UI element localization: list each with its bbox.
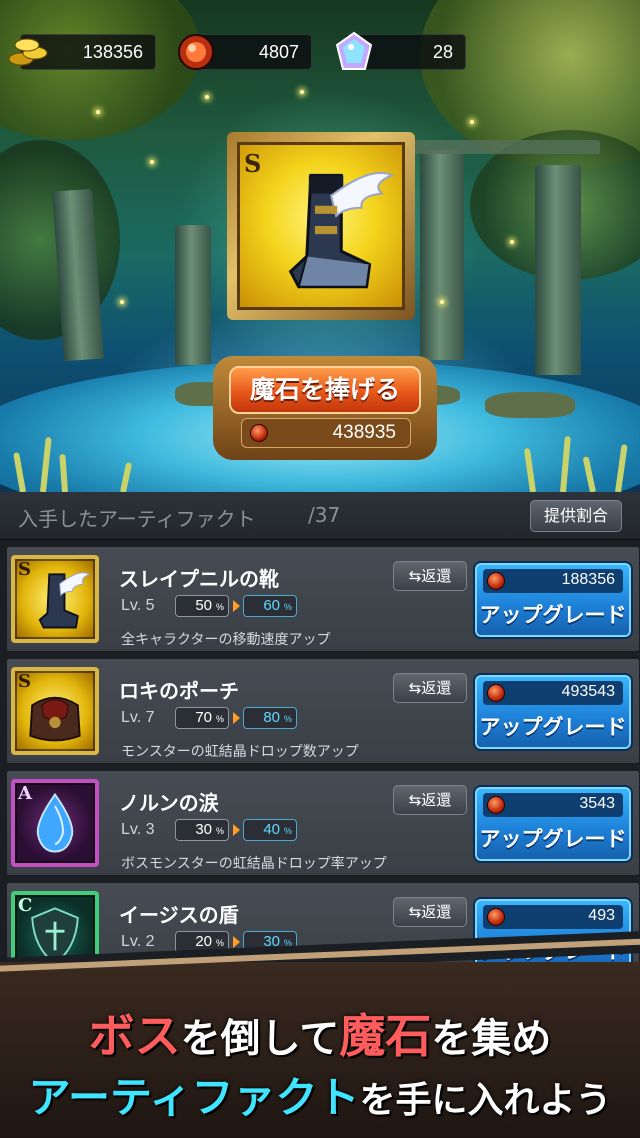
upgrade-cost: 3543 [483,793,623,817]
artifact-count: /37 [308,503,341,527]
magic-stone-icon [250,424,268,442]
artifact-name: ロキのポーチ [119,679,239,703]
artifact-row: S ロキのポーチ Lv. 7 70% 80% モンスターの虹結晶ドロップ数アップ… [6,658,640,764]
rainbow-crystal-icon [335,31,373,70]
current-effect: 30% [175,819,229,841]
return-button[interactable]: ⇆返還 [393,673,467,703]
current-effect: 70% [175,707,229,729]
magic-stone-icon [487,908,505,926]
artifact-level: Lv. 5 [121,597,155,614]
upgrade-label: アップグレード [479,603,627,627]
magic-stone-counter: 4807 [178,34,312,70]
stone-pillar [175,225,211,365]
artifact-level: Lv. 3 [121,821,155,838]
winged-boot-icon [38,572,91,629]
upgrade-cost: 493543 [483,681,623,705]
artifact-thumbnail[interactable]: S [11,555,99,643]
artifact-shrine-scene: 138356 4807 28 S 魔石を捧げる 438935 [0,0,640,492]
upgrade-button[interactable]: 493543 アップグレード [473,673,633,751]
promo-line-2: アーティファクトを手に入れよう [28,1073,612,1122]
artifact-row: S スレイプニルの靴 Lv. 5 50% 60% 全キャラクターの移動速度アップ… [6,546,640,652]
return-button[interactable]: ⇆返還 [393,785,467,815]
next-effect: 80% [243,707,297,729]
artifact-thumbnail[interactable]: S [11,667,99,755]
artifact-name: イージスの盾 [119,903,239,927]
current-effect: 50% [175,595,229,617]
offer-cost-value: 438935 [332,422,396,443]
tear-crystal-icon [36,792,74,853]
swap-icon: ⇆ [408,903,422,921]
gold-coins-icon [8,38,48,66]
drop-rates-button[interactable]: 提供割合 [530,500,622,532]
stone-pillar [420,150,464,360]
arrow-right-icon [233,824,240,836]
featured-artifact-frame[interactable]: S [227,132,415,320]
upgrade-cost: 493 [483,905,623,929]
upgrade-button[interactable]: 3543 アップグレード [473,785,633,863]
arrow-right-icon [233,936,240,948]
artifact-description: 全キャラクターの移動速度アップ [121,632,331,648]
pouch-icon [29,696,81,742]
magic-stone-icon [487,684,505,702]
magic-stone-amount: 4807 [258,42,299,62]
upgrade-label: アップグレード [479,827,627,851]
stone-pillar [535,165,581,375]
artifact-description: ボスモンスターの虹結晶ドロップ率アップ [121,856,387,872]
upgrade-cost: 188356 [483,569,623,593]
arrow-right-icon [233,712,240,724]
artifact-thumbnail[interactable]: A [11,779,99,867]
artifact-name: スレイプニルの靴 [119,567,279,591]
next-effect: 40% [243,819,297,841]
swap-icon: ⇆ [408,791,422,809]
upgrade-button[interactable]: 188356 アップグレード [473,561,633,639]
artifact-list[interactable]: S スレイプニルの靴 Lv. 5 50% 60% 全キャラクターの移動速度アップ… [0,540,640,980]
artifact-name: ノルンの涙 [119,791,219,815]
artifact-level: Lv. 2 [121,933,155,950]
offer-panel: 魔石を捧げる 438935 [213,356,437,460]
return-button[interactable]: ⇆返還 [393,561,467,591]
list-title: 入手したアーティファクト [18,507,256,531]
winged-boot-icon [288,171,395,289]
offer-cost: 438935 [241,418,411,448]
arrow-right-icon [233,600,240,612]
crystal-amount: 28 [432,42,453,62]
artifact-row: A ノルンの涙 Lv. 3 30% 40% ボスモンスターの虹結晶ドロップ率アッ… [6,770,640,876]
artifact-description: モンスターの虹結晶ドロップ数アップ [121,744,359,760]
magic-stone-icon [487,572,505,590]
swap-icon: ⇆ [408,679,422,697]
upgrade-label: アップグレード [479,715,627,739]
gold-amount: 138356 [82,42,143,62]
crystal-counter: 28 [335,31,466,70]
next-effect: 60% [243,595,297,617]
promo-line-1: ボスを倒して魔石を集め [88,1009,552,1063]
gold-counter: 138356 [8,34,156,70]
artifact-level: Lv. 7 [121,709,155,726]
swap-icon: ⇆ [408,567,422,585]
return-button[interactable]: ⇆返還 [393,897,467,927]
artifact-list-header: 入手したアーティファクト /37 提供割合 [0,492,640,540]
offer-magic-stone-button[interactable]: 魔石を捧げる [229,366,421,414]
magic-stone-icon [178,34,214,70]
magic-stone-icon [487,796,505,814]
